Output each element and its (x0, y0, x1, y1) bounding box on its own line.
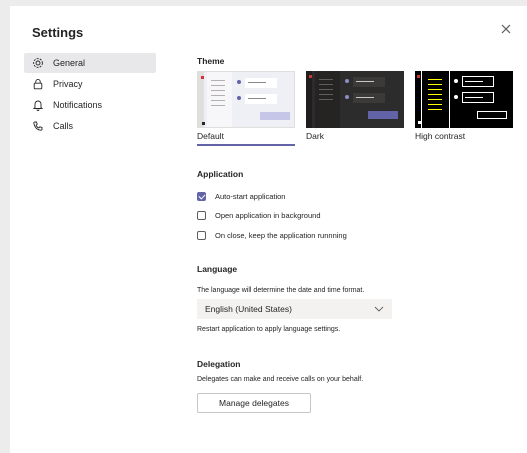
dark-theme-preview (306, 71, 404, 128)
sidebar-item-notifications[interactable]: Notifications (24, 95, 156, 115)
theme-option-high-contrast[interactable]: High contrast (415, 71, 513, 141)
sidebar-item-privacy[interactable]: Privacy (24, 74, 156, 94)
delegation-heading: Delegation (197, 359, 241, 369)
checkbox-label: Auto-start application (215, 192, 286, 201)
theme-label: High contrast (415, 131, 466, 141)
sidebar-item-calls[interactable]: Calls (24, 116, 156, 136)
checkbox-label: On close, keep the application runnning (215, 231, 347, 240)
open-in-background-checkbox[interactable]: Open application in background (197, 211, 321, 220)
dialog-title: Settings (32, 25, 84, 40)
language-heading: Language (197, 264, 238, 274)
language-note: Restart application to apply language se… (197, 326, 341, 333)
theme-option-default[interactable]: Default (197, 71, 295, 146)
sidebar-item-general[interactable]: General (24, 53, 156, 73)
theme-heading: Theme (197, 56, 225, 66)
close-icon[interactable] (499, 22, 513, 36)
bell-icon (32, 99, 44, 111)
checkbox-unchecked[interactable] (197, 211, 206, 220)
high-contrast-theme-preview (415, 71, 513, 128)
selected-indicator (197, 144, 295, 146)
language-description: The language will determine the date and… (197, 287, 365, 294)
sidebar-item-label: General (53, 58, 86, 68)
sidebar-item-label: Notifications (53, 100, 103, 110)
settings-nav: General Privacy Notifications Calls (24, 53, 156, 137)
gear-icon (32, 57, 44, 69)
phone-icon (32, 120, 44, 132)
checkbox-checked[interactable] (197, 192, 206, 201)
sidebar-item-label: Calls (53, 121, 74, 131)
manage-delegates-button[interactable]: Manage delegates (197, 393, 311, 413)
theme-option-dark[interactable]: Dark (306, 71, 404, 141)
chevron-down-icon (374, 306, 384, 312)
theme-label: Dark (306, 131, 324, 141)
auto-start-checkbox[interactable]: Auto-start application (197, 192, 285, 201)
delegation-description: Delegates can make and receive calls on … (197, 376, 364, 383)
theme-label: Default (197, 131, 224, 141)
language-select[interactable]: English (United States) (197, 299, 392, 319)
keep-running-on-close-checkbox[interactable]: On close, keep the application runnning (197, 231, 347, 240)
default-theme-preview (197, 71, 295, 128)
settings-dialog: Settings General Privacy Notifications C… (10, 6, 527, 453)
lock-icon (32, 78, 44, 90)
application-heading: Application (197, 169, 244, 179)
checkbox-unchecked[interactable] (197, 231, 206, 240)
language-selected-value: English (United States) (205, 304, 292, 314)
checkbox-label: Open application in background (215, 211, 321, 220)
sidebar-item-label: Privacy (53, 79, 83, 89)
